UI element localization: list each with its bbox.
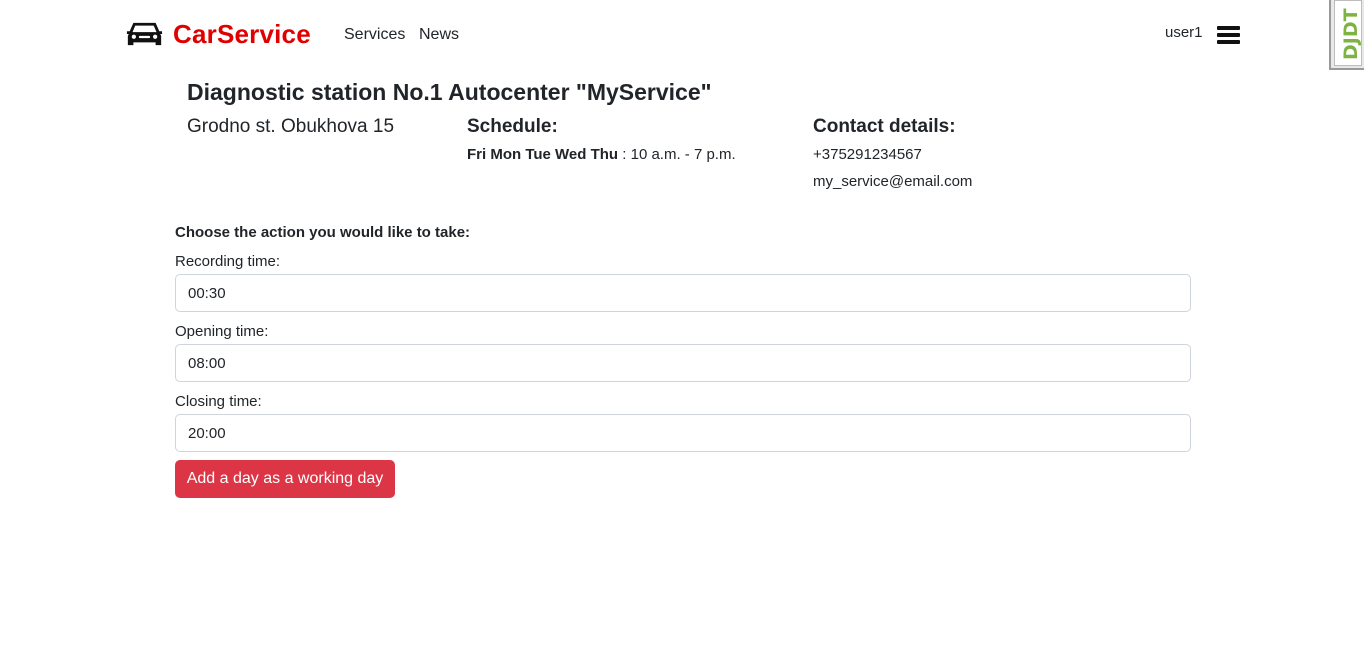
- contact-heading: Contact details:: [813, 116, 956, 137]
- hamburger-menu-icon[interactable]: [1217, 24, 1240, 44]
- contact-email: my_service@email.com: [813, 173, 973, 190]
- recording-time-input[interactable]: [175, 274, 1191, 312]
- schedule-heading: Schedule:: [467, 116, 558, 137]
- contact-phone: +375291234567: [813, 146, 922, 163]
- form-heading: Choose the action you would like to take…: [175, 224, 471, 241]
- nav-services-link[interactable]: Services: [344, 25, 405, 45]
- brand-name: CarService: [173, 19, 311, 49]
- schedule-hours: : 10 a.m. - 7 p.m.: [618, 146, 736, 163]
- closing-time-input[interactable]: [175, 414, 1191, 452]
- navbar: CarService Services News user1: [0, 0, 1364, 68]
- closing-time-label: Closing time:: [175, 393, 262, 410]
- menu-bar: [1217, 26, 1240, 30]
- add-working-day-button[interactable]: Add a day as a working day: [175, 460, 395, 498]
- menu-bar: [1217, 40, 1240, 44]
- station-title: Diagnostic station No.1 Autocenter "MySe…: [187, 79, 712, 105]
- recording-time-label: Recording time:: [175, 253, 281, 270]
- nav-news-link[interactable]: News: [419, 25, 459, 45]
- station-address: Grodno st. Obukhova 15: [187, 116, 395, 137]
- opening-time-input[interactable]: [175, 344, 1191, 382]
- menu-bar: [1217, 33, 1240, 37]
- debug-toolbar-handle[interactable]: DJDT: [1329, 0, 1364, 70]
- debug-toolbar-label: DJDT: [1340, 8, 1362, 60]
- username[interactable]: user1: [1165, 23, 1203, 43]
- schedule-row: Fri Mon Tue Wed Thu : 10 a.m. - 7 p.m.: [467, 146, 736, 164]
- debug-toolbar-inner: DJDT: [1334, 0, 1362, 66]
- brand-link[interactable]: CarService: [126, 18, 311, 50]
- car-icon: [126, 22, 163, 46]
- schedule-days: Fri Mon Tue Wed Thu: [467, 146, 619, 163]
- opening-time-label: Opening time:: [175, 323, 269, 340]
